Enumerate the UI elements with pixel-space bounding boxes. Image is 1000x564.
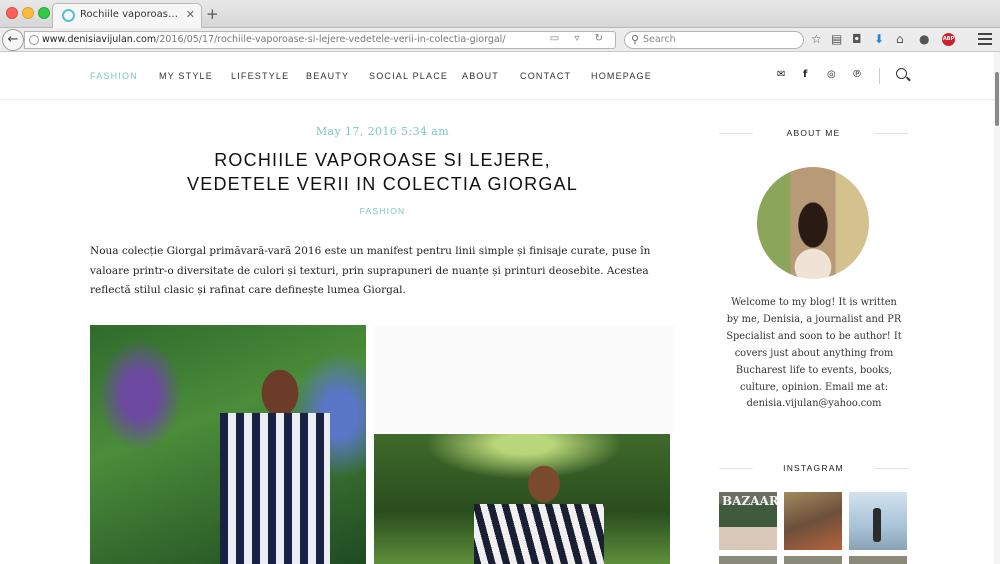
url-text: www.denisiavijulan.com/2016/05/17/rochii… bbox=[42, 34, 506, 45]
maximize-window-button[interactable] bbox=[38, 7, 50, 19]
post-category-link[interactable]: FASHION bbox=[90, 206, 675, 216]
instagram-thumb-3[interactable] bbox=[849, 492, 907, 550]
site-header: FASHION MY STYLE LIFESTYLE BEAUTY SOCIAL… bbox=[0, 52, 994, 100]
nav-item-beauty[interactable]: BEAUTY bbox=[306, 71, 349, 81]
nav-item-social-place[interactable]: SOCIAL PLACE bbox=[369, 71, 448, 81]
author-avatar bbox=[757, 167, 869, 279]
url-actions[interactable]: ▭ ▿ ↻ bbox=[550, 33, 609, 44]
globe-icon bbox=[29, 35, 39, 45]
scrollbar-track[interactable] bbox=[994, 52, 1000, 564]
post-date: May 17, 2016 5:34 am bbox=[315, 125, 450, 138]
post-photo-1[interactable] bbox=[90, 325, 366, 564]
home-icon[interactable]: ⌂ bbox=[896, 32, 904, 46]
bazaar-logo-text: BAZAAR bbox=[722, 494, 777, 508]
menu-icon[interactable] bbox=[978, 33, 992, 45]
instagram-thumb-1[interactable]: BAZAAR bbox=[719, 492, 777, 550]
nav-item-fashion[interactable]: FASHION bbox=[90, 71, 138, 81]
nav-item-my-style[interactable]: MY STYLE bbox=[159, 71, 213, 81]
chat-icon[interactable]: ● bbox=[919, 32, 929, 46]
about-me-heading: ABOUT ME bbox=[719, 128, 908, 138]
search-placeholder: Search bbox=[643, 34, 676, 45]
download-icon[interactable]: ⬇ bbox=[874, 32, 884, 46]
instagram-thumb-6[interactable] bbox=[849, 556, 907, 564]
nav-item-contact[interactable]: CONTACT bbox=[520, 71, 571, 81]
nav-item-homepage[interactable]: HOMEPAGE bbox=[591, 71, 652, 81]
site-favicon-icon bbox=[62, 9, 75, 22]
close-window-button[interactable] bbox=[6, 7, 18, 19]
scrollbar-thumb[interactable] bbox=[995, 72, 999, 126]
post-title[interactable]: ROCHIILE VAPOROASE SI LEJERE, VEDETELE V… bbox=[90, 148, 675, 196]
browser-tab-bar: Rochiile vaporoase si lejer... ✕ + bbox=[0, 0, 1000, 28]
post-photo-2[interactable] bbox=[374, 434, 670, 564]
nav-item-lifestyle[interactable]: LIFESTYLE bbox=[231, 71, 289, 81]
address-bar[interactable]: www.denisiavijulan.com/2016/05/17/rochii… bbox=[24, 31, 616, 49]
reading-list-icon[interactable]: ▤ bbox=[831, 32, 842, 46]
email-icon[interactable]: ✉ bbox=[777, 69, 785, 80]
facebook-icon[interactable]: f bbox=[803, 69, 807, 80]
browser-toolbar: ← www.denisiavijulan.com/2016/05/17/roch… bbox=[0, 28, 1000, 52]
search-icon: ⚲ bbox=[631, 33, 640, 46]
browser-search-input[interactable]: ⚲ Search bbox=[624, 31, 804, 49]
minimize-window-button[interactable] bbox=[22, 7, 34, 19]
back-button[interactable]: ← bbox=[2, 29, 24, 51]
adblock-icon[interactable]: ABP bbox=[942, 33, 955, 46]
instagram-icon[interactable]: ◎ bbox=[827, 69, 836, 80]
instagram-thumb-2[interactable] bbox=[784, 492, 842, 550]
instagram-thumb-5[interactable] bbox=[784, 556, 842, 564]
post-title-line-1: ROCHIILE VAPOROASE SI LEJERE, bbox=[214, 150, 551, 170]
browser-tab[interactable]: Rochiile vaporoase si lejer... ✕ bbox=[52, 3, 202, 28]
post-title-line-2: VEDETELE VERII IN COLECTIA GIORGAL bbox=[187, 174, 578, 194]
photo-whitespace bbox=[374, 325, 674, 433]
pocket-icon[interactable]: ◘ bbox=[852, 32, 862, 46]
tab-title: Rochiile vaporoase si lejer... bbox=[80, 9, 184, 20]
nav-item-about[interactable]: ABOUT bbox=[462, 71, 499, 81]
instagram-heading: INSTAGRAM bbox=[719, 463, 908, 473]
tab-close-icon[interactable]: ✕ bbox=[186, 8, 195, 21]
bookmark-star-icon[interactable]: ☆ bbox=[811, 32, 822, 46]
site-search-icon[interactable] bbox=[896, 68, 907, 79]
instagram-thumb-4[interactable] bbox=[719, 556, 777, 564]
pinterest-icon[interactable]: ℗ bbox=[852, 69, 862, 80]
post-body-text: Noua colecție Giorgal primăvară-vară 201… bbox=[90, 245, 651, 297]
nav-divider bbox=[879, 68, 880, 84]
about-me-text: Welcome to my blog! It is written by me,… bbox=[726, 297, 902, 410]
new-tab-button[interactable]: + bbox=[206, 5, 219, 23]
